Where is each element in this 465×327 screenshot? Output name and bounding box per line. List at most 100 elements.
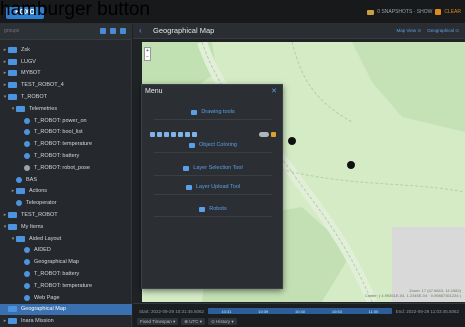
folder-icon bbox=[8, 223, 17, 230]
menu-item-label: Object Coloring bbox=[199, 142, 237, 148]
tree-item[interactable]: T_ROBOT: battery bbox=[0, 150, 132, 162]
snapshot-button[interactable]: 0 SNAPSHOTS · SHOW bbox=[377, 9, 432, 15]
tree-item[interactable]: T_ROBOT: temperature bbox=[0, 280, 132, 292]
tree-item[interactable]: ▸ Zsk bbox=[0, 44, 132, 56]
tree-item-label: Web Page bbox=[34, 294, 60, 301]
filter-icon[interactable] bbox=[110, 28, 116, 34]
tree-item[interactable]: T_ROBOT: robot_pose bbox=[0, 162, 132, 174]
more-icon[interactable] bbox=[120, 28, 126, 34]
map-view-button[interactable]: Map View ⊙ bbox=[397, 28, 422, 34]
history-select[interactable]: ⊙ History ▾ bbox=[208, 318, 237, 325]
telemetry-icon bbox=[24, 129, 30, 136]
line-icon[interactable] bbox=[178, 131, 183, 137]
polygon-icon[interactable] bbox=[171, 131, 176, 137]
folder-icon bbox=[8, 82, 17, 89]
tree-item-label: TEST_ROBOT_4 bbox=[21, 82, 64, 89]
back-icon[interactable]: ‹ bbox=[139, 26, 142, 35]
trash-icon[interactable] bbox=[435, 9, 442, 15]
folder-icon bbox=[16, 105, 25, 112]
tree-item[interactable]: BAS bbox=[0, 174, 132, 186]
point-icon[interactable] bbox=[157, 131, 162, 137]
tree-item[interactable]: ▸ TEST_ROBOT_4 bbox=[0, 79, 132, 91]
tree-item[interactable]: ▸ Inara Mission bbox=[0, 315, 132, 327]
map-center-readout: Center: ( 4.99351E-04, 1.2345E-04 · 0.99… bbox=[364, 293, 461, 298]
menu-dialog: Menu ✕ Drawing tools Object Coloring Lay… bbox=[141, 84, 283, 289]
zoom-out-button[interactable]: − bbox=[145, 54, 150, 60]
tree-item[interactable]: T_ROBOT: temperature bbox=[0, 138, 132, 150]
camera-icon[interactable] bbox=[367, 9, 375, 15]
square-icon[interactable] bbox=[164, 131, 169, 137]
drawing-toolbar bbox=[150, 130, 276, 138]
timeline-tick: 10:40 bbox=[295, 308, 306, 314]
add-icon[interactable] bbox=[100, 28, 106, 34]
folder-icon bbox=[8, 70, 17, 77]
robots-button[interactable]: Robots bbox=[154, 202, 272, 217]
tree-item[interactable]: ▸ TEST_ROBOT bbox=[0, 209, 132, 221]
tree-item[interactable]: ▸ MYBOT bbox=[0, 68, 132, 80]
folder-icon bbox=[16, 235, 25, 242]
tree-item-label: T_ROBOT: temperature bbox=[34, 282, 93, 289]
tree-item-label: MYBOT bbox=[21, 70, 41, 77]
tree-item-label: T_ROBOT: battery bbox=[34, 271, 80, 278]
tree-item[interactable]: AIDED bbox=[0, 245, 132, 257]
folder-icon bbox=[8, 318, 17, 325]
layer-upload-button[interactable]: Layer Upload Tool bbox=[154, 180, 272, 195]
tree-item[interactable]: T_ROBOT: power_on bbox=[0, 115, 132, 127]
tree-item[interactable]: T_ROBOT: battery bbox=[0, 268, 132, 280]
paint-icon[interactable] bbox=[192, 131, 197, 137]
visibility-toggle[interactable] bbox=[259, 131, 269, 137]
telemetry-icon bbox=[24, 259, 30, 266]
folder-icon bbox=[8, 58, 17, 65]
sidebar: groups ▸ Zsk ▸ LUGV ▸ MYBOT ▸ TEST_ROBOT_4 ▾ T_RO… bbox=[0, 24, 132, 327]
object-coloring-button[interactable]: Object Coloring bbox=[154, 138, 272, 153]
folder-icon bbox=[16, 188, 25, 195]
menu-item-label: Layer Upload Tool bbox=[195, 184, 241, 190]
telemetry-icon bbox=[24, 282, 30, 289]
tree-item-label: Geographical Map bbox=[34, 259, 79, 266]
robot-marker[interactable] bbox=[347, 161, 355, 169]
clear-button[interactable]: CLEAR bbox=[444, 9, 461, 15]
tree-item-label: BAS bbox=[26, 176, 38, 183]
tree-item[interactable]: ▾ Aided Layout bbox=[0, 233, 132, 245]
folder-icon bbox=[8, 212, 17, 219]
tree-item-label: Aided Layout bbox=[29, 235, 62, 242]
sidebar-header: groups bbox=[0, 24, 132, 40]
timeline-tick: 10:31 bbox=[221, 308, 232, 314]
tree-item-label: T_ROBOT: power_on bbox=[34, 117, 87, 124]
annotation-label: hamburger button bbox=[0, 0, 150, 20]
folder-icon bbox=[8, 46, 17, 53]
sidebar-search[interactable]: groups bbox=[4, 28, 19, 34]
tree-item[interactable]: T_ROBOT: bool_list bbox=[0, 127, 132, 139]
tree-item[interactable]: Web Page bbox=[0, 292, 132, 304]
cursor-icon[interactable] bbox=[150, 131, 155, 137]
robot-icon bbox=[199, 206, 206, 212]
menu-item-label: Layer Selection Tool bbox=[193, 165, 243, 171]
color-swatch-icon[interactable] bbox=[271, 131, 276, 137]
tree-item-label: T_ROBOT: temperature bbox=[34, 141, 93, 148]
timeline-track[interactable]: 10:31 10:39 10:40 10:53 11:00 bbox=[208, 308, 392, 314]
timeline-tick: 10:53 bbox=[331, 308, 342, 314]
timespan-select[interactable]: Fixed Timespan ▾ bbox=[137, 318, 179, 325]
geographical-button[interactable]: Geographical ⊙ bbox=[427, 28, 459, 34]
tree-item[interactable]: ▾ My Items bbox=[0, 221, 132, 233]
tree-item[interactable]: ▸ LUGV bbox=[0, 56, 132, 68]
tree-item[interactable]: ▾ Telemetries bbox=[0, 103, 132, 115]
zoom-control: + − bbox=[144, 47, 151, 61]
telemetry-icon bbox=[24, 271, 30, 278]
tree-item-label: T_ROBOT: robot_pose bbox=[34, 164, 90, 171]
tree-item[interactable]: Teleoperator bbox=[0, 197, 132, 209]
drawing-tools-button[interactable]: Drawing tools bbox=[154, 105, 272, 120]
tree-item-label: Zsk bbox=[21, 46, 30, 53]
edit-icon[interactable] bbox=[185, 131, 190, 137]
page-title: Geographical Map bbox=[153, 26, 215, 35]
timezone-select[interactable]: ⊕ UTC ▾ bbox=[181, 318, 206, 325]
layer-selection-button[interactable]: Layer Selection Tool bbox=[154, 161, 272, 176]
tree-item-label: T_ROBOT bbox=[21, 94, 47, 101]
robot-marker[interactable] bbox=[288, 137, 296, 145]
close-icon[interactable]: ✕ bbox=[270, 88, 278, 96]
telemetry-icon bbox=[24, 153, 30, 160]
tree-item[interactable]: ▸ Actions bbox=[0, 186, 132, 198]
tree-item[interactable]: Geographical Map bbox=[0, 256, 132, 268]
tree-item[interactable]: ▾ T_ROBOT bbox=[0, 91, 132, 103]
tree-item[interactable]: Geographical Map bbox=[0, 303, 132, 316]
